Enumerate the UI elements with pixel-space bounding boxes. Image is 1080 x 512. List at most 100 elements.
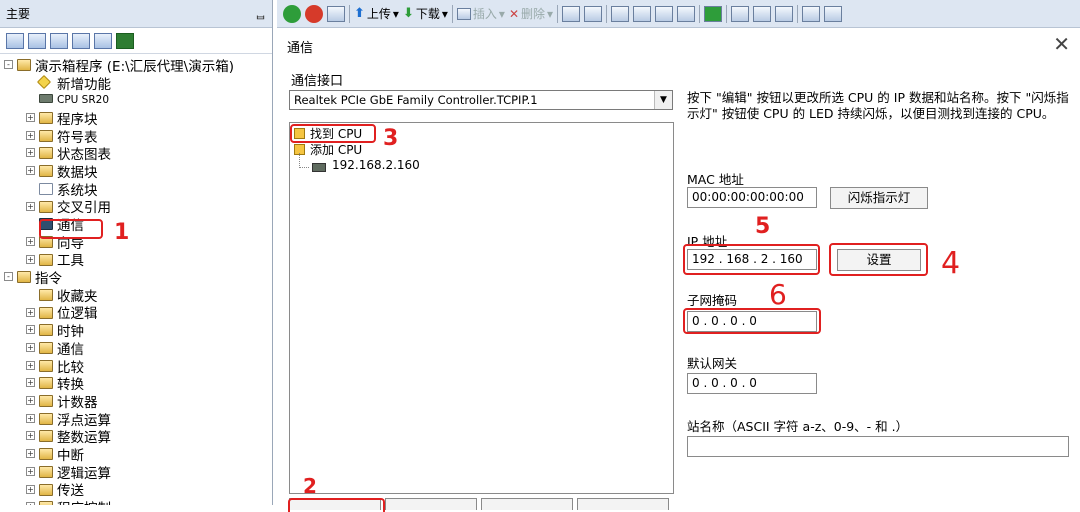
expand-icon[interactable]: + bbox=[26, 343, 35, 352]
toolbar-icon[interactable] bbox=[677, 5, 696, 22]
highlight-box-ip bbox=[683, 244, 820, 275]
tree-item[interactable]: + 计数器 bbox=[0, 392, 272, 411]
tree-item[interactable]: 收藏夹 bbox=[0, 286, 272, 305]
toolbar-separator bbox=[349, 4, 350, 23]
compile-icon[interactable] bbox=[327, 5, 345, 22]
chart-status-icon[interactable] bbox=[584, 5, 603, 22]
interface-value: Realtek PCIe GbE Family Controller.TCPIP… bbox=[294, 93, 538, 107]
station-name-field[interactable] bbox=[687, 436, 1069, 457]
toolbar-separator bbox=[557, 4, 559, 23]
gateway-label: 默认网关 bbox=[687, 356, 738, 371]
tree-item[interactable]: + 状态图表 bbox=[0, 144, 272, 163]
expand-icon[interactable]: + bbox=[26, 325, 35, 335]
expand-icon[interactable]: + bbox=[26, 148, 35, 158]
tree-item-label: 程序控制 bbox=[57, 497, 111, 505]
tree-item[interactable]: + 时钟 bbox=[0, 321, 272, 340]
tree-item[interactable]: + 浮点运算 bbox=[0, 410, 272, 429]
view-icon[interactable] bbox=[50, 32, 68, 49]
view-icon[interactable] bbox=[72, 32, 90, 49]
tree-item[interactable]: CPU SR20 bbox=[0, 91, 272, 109]
tree-item[interactable]: + 比较 bbox=[0, 357, 272, 376]
interface-select[interactable]: Realtek PCIe GbE Family Controller.TCPIP… bbox=[289, 90, 673, 110]
tree-item-add-cpu[interactable]: 添加 CPU bbox=[310, 141, 362, 158]
bottom-button[interactable] bbox=[577, 498, 669, 510]
toolbar-icon[interactable] bbox=[704, 5, 723, 22]
tree-item[interactable]: 系统块 bbox=[0, 180, 272, 199]
view-icon[interactable] bbox=[6, 32, 24, 49]
lock-icon[interactable] bbox=[753, 5, 772, 22]
expand-icon[interactable]: + bbox=[26, 396, 35, 406]
bottom-button[interactable] bbox=[481, 498, 573, 510]
expand-icon[interactable]: + bbox=[26, 236, 35, 246]
up-arrow-icon: ⬆ bbox=[354, 6, 365, 21]
expand-icon[interactable]: + bbox=[26, 484, 35, 494]
folder-icon bbox=[39, 147, 53, 160]
expand-icon[interactable]: + bbox=[26, 201, 35, 211]
tree-item[interactable]: + 程序块 bbox=[0, 109, 272, 128]
main-toolbar: ⬆ 上传 ▾ ⬇ 下载 ▾ 插入 ▾ ✕ 删除 ▾ bbox=[277, 0, 1080, 28]
tree-item-cpu-ip[interactable]: 192.168.2.160 bbox=[332, 158, 420, 172]
folder-icon bbox=[39, 448, 53, 461]
expand-icon[interactable]: + bbox=[26, 166, 35, 176]
chevron-down-icon[interactable]: ▼ bbox=[654, 91, 672, 109]
insert-button[interactable]: 插入 ▾ bbox=[456, 5, 505, 22]
toolbar-icon[interactable] bbox=[655, 5, 674, 22]
upload-button[interactable]: ⬆ 上传 ▾ bbox=[354, 5, 399, 22]
tree-item[interactable]: + 转换 bbox=[0, 374, 272, 393]
lock-icon[interactable] bbox=[775, 5, 794, 22]
highlight-box-find-cpu bbox=[290, 124, 376, 143]
program-status-icon[interactable] bbox=[562, 5, 581, 22]
toolbar-separator bbox=[699, 4, 701, 23]
download-button[interactable]: ⬇ 下载 ▾ bbox=[403, 5, 448, 22]
expand-icon[interactable]: + bbox=[26, 360, 35, 370]
tree-item[interactable]: + 数据块 bbox=[0, 162, 272, 181]
tree-item[interactable]: +程序控制 bbox=[0, 498, 272, 505]
tree-item[interactable]: + 工具 bbox=[0, 251, 272, 269]
tree-item-label: 新增功能 bbox=[57, 76, 111, 93]
tree-item[interactable]: + 传送 bbox=[0, 481, 272, 499]
expand-icon[interactable]: + bbox=[26, 113, 35, 123]
bottom-button[interactable] bbox=[385, 498, 477, 510]
tree-item[interactable]: - 演示箱程序 (E:\汇辰代理\演示箱) bbox=[0, 56, 272, 75]
toolbar-icon[interactable] bbox=[611, 5, 630, 22]
stop-icon[interactable] bbox=[305, 4, 323, 23]
tree-item-label: CPU SR20 bbox=[57, 94, 110, 107]
close-icon[interactable]: ✕ bbox=[1053, 32, 1070, 56]
view-icon[interactable] bbox=[28, 32, 46, 49]
expand-icon[interactable]: + bbox=[26, 254, 35, 264]
pin-icon[interactable]: ᆸ bbox=[255, 5, 266, 22]
tree-item[interactable]: 新增功能 bbox=[0, 74, 272, 93]
folder-icon bbox=[39, 324, 53, 337]
star-icon bbox=[36, 74, 52, 89]
expand-icon[interactable]: + bbox=[26, 130, 35, 140]
comm-view-icon[interactable] bbox=[116, 32, 134, 49]
tree-item[interactable]: + 位逻辑 bbox=[0, 304, 272, 322]
folder-icon bbox=[39, 306, 53, 319]
toolbar-icon[interactable] bbox=[824, 5, 843, 22]
collapse-icon[interactable]: - bbox=[4, 60, 13, 69]
tree-item[interactable]: - 指令 bbox=[0, 268, 272, 287]
toolbar-icon[interactable] bbox=[633, 5, 652, 22]
tree-item[interactable]: + 符号表 bbox=[0, 127, 272, 146]
gateway-field[interactable]: 0 . 0 . 0 . 0 bbox=[687, 373, 817, 394]
tree-item[interactable]: + 通信 bbox=[0, 339, 272, 358]
run-icon[interactable] bbox=[283, 4, 301, 23]
expand-icon[interactable]: + bbox=[26, 378, 35, 388]
expand-icon[interactable]: + bbox=[26, 449, 35, 459]
expand-icon[interactable]: + bbox=[26, 413, 35, 423]
tree-item[interactable]: + 中断 bbox=[0, 445, 272, 464]
expand-icon[interactable]: + bbox=[26, 307, 35, 317]
collapse-icon[interactable]: - bbox=[4, 272, 13, 282]
tree-item[interactable]: + 交叉引用 bbox=[0, 198, 272, 216]
blink-button[interactable]: 闪烁指示灯 bbox=[830, 187, 928, 209]
tree-item[interactable]: + 整数运算 bbox=[0, 427, 272, 446]
view-icon[interactable] bbox=[94, 32, 112, 49]
lock-icon[interactable] bbox=[731, 5, 750, 22]
delete-button[interactable]: ✕ 删除 ▾ bbox=[509, 5, 553, 22]
project-icon bbox=[17, 59, 31, 71]
expand-icon[interactable]: + bbox=[26, 431, 35, 441]
toolbar-icon[interactable] bbox=[802, 5, 821, 22]
toolbar-separator bbox=[797, 4, 799, 23]
expand-icon[interactable]: + bbox=[26, 466, 35, 476]
tree-item[interactable]: + 逻辑运算 bbox=[0, 463, 272, 482]
